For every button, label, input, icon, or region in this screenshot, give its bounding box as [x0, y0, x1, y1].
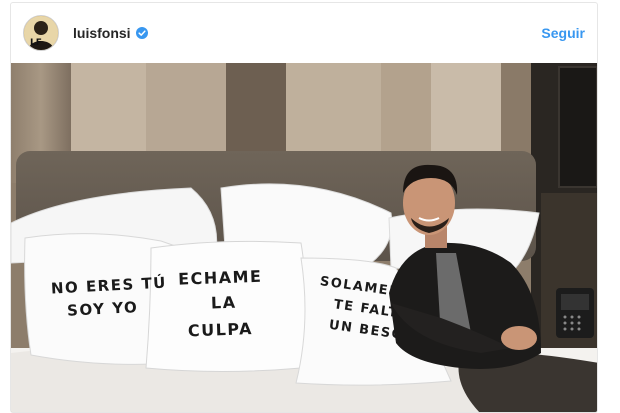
post-photo[interactable]: NO ERES TÚ SOY YO ECHAME LA CULPA SOLAME…	[11, 63, 597, 412]
verified-check-icon	[135, 27, 148, 39]
avatar[interactable]: LF	[23, 15, 59, 51]
avatar-monogram: LF	[30, 38, 42, 48]
pillow-center-line-2: LA	[211, 293, 237, 313]
hands	[501, 326, 537, 350]
instagram-post: LF luisfonsi Seguir NO ERES TÚ SOY YO EC…	[10, 2, 598, 413]
username[interactable]: luisfonsi	[73, 25, 131, 41]
post-header: LF luisfonsi Seguir	[11, 3, 597, 63]
follow-button[interactable]: Seguir	[541, 25, 585, 41]
tv-screen	[558, 66, 597, 188]
pillow-center-line-3: CULPA	[188, 319, 254, 340]
pillow-center-line-1: ECHAME	[178, 267, 263, 289]
avatar-image: LF	[24, 16, 58, 50]
pillow-left-line-2: SOY YO	[67, 298, 139, 320]
